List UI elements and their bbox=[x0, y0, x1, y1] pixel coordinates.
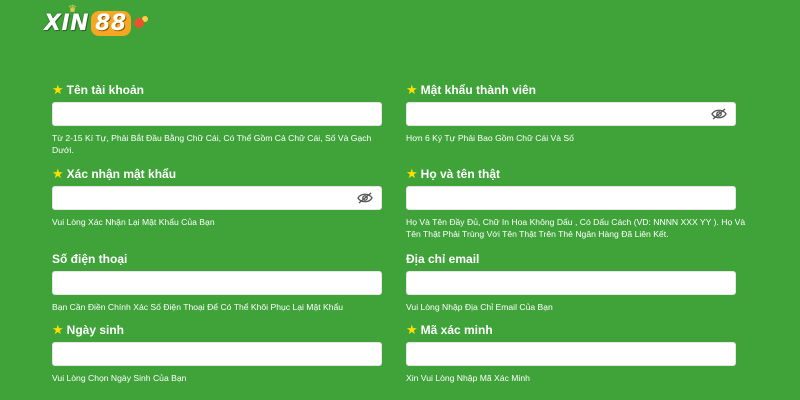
email-input-box[interactable] bbox=[406, 271, 736, 295]
eye-slash-icon[interactable] bbox=[711, 108, 727, 120]
captcha-label: ★ Mã xác minh bbox=[406, 322, 736, 338]
confirm-password-input[interactable] bbox=[53, 187, 359, 209]
birthday-label-text: Ngày sinh bbox=[66, 323, 125, 337]
email-hint: Vui Lòng Nhập Địa Chỉ Email Của Bạn bbox=[406, 302, 553, 312]
full-name-field-group: ★ Họ và tên thật Họ Và Tên Đầy Đủ, Chữ I… bbox=[406, 166, 746, 240]
password-field-group: ★ Mật khẩu thành viên Hơn 6 Ký Tự Phải B… bbox=[406, 82, 736, 144]
username-hint: Từ 2-15 Kí Tự, Phải Bắt Đầu Bằng Chữ Cái… bbox=[52, 133, 372, 155]
captcha-input[interactable] bbox=[407, 343, 713, 365]
password-input-box[interactable] bbox=[406, 102, 736, 126]
username-input[interactable] bbox=[53, 103, 359, 125]
star-icon: ★ bbox=[406, 322, 418, 338]
email-label-text: Địa chỉ email bbox=[406, 252, 480, 266]
phone-field-group: Số điện thoại Bạn Cần Điền Chính Xác Số … bbox=[52, 251, 382, 313]
password-hint: Hơn 6 Ký Tự Phải Bao Gồm Chữ Cái Và Số bbox=[406, 133, 574, 143]
email-input[interactable] bbox=[407, 272, 713, 294]
star-icon: ★ bbox=[406, 166, 418, 182]
confirm-password-label-text: Xác nhận mật khẩu bbox=[66, 167, 177, 181]
username-input-box[interactable] bbox=[52, 102, 382, 126]
captcha-label-text: Mã xác minh bbox=[420, 323, 493, 337]
crown-icon: ♛ bbox=[68, 4, 78, 15]
logo-number: 88 bbox=[91, 10, 131, 36]
phone-label-text: Số điện thoại bbox=[52, 252, 128, 266]
email-field-group: Địa chỉ email Vui Lòng Nhập Địa Chỉ Emai… bbox=[406, 251, 736, 313]
password-input[interactable] bbox=[407, 103, 713, 125]
username-field-group: ★ Tên tài khoản Từ 2-15 Kí Tự, Phải Bắt … bbox=[52, 82, 382, 156]
star-icon: ★ bbox=[52, 166, 64, 182]
password-label-text: Mật khẩu thành viên bbox=[420, 83, 537, 97]
birthday-input-box[interactable] bbox=[52, 342, 382, 366]
captcha-input-box[interactable] bbox=[406, 342, 736, 366]
full-name-label-text: Họ và tên thật bbox=[420, 167, 500, 181]
confirm-password-field-group: ★ Xác nhận mật khẩu Vui Lòng Xác Nhận Lạ… bbox=[52, 166, 382, 228]
eye-slash-icon[interactable] bbox=[357, 192, 373, 204]
brand-logo[interactable]: ♛ XIN 88 bbox=[44, 4, 144, 40]
username-label: ★ Tên tài khoản bbox=[52, 82, 382, 98]
birthday-field-group: ★ Ngày sinh Vui Lòng Chọn Ngày Sinh Của … bbox=[52, 322, 382, 384]
star-icon: ★ bbox=[406, 82, 418, 98]
birthday-input[interactable] bbox=[53, 343, 359, 365]
captcha-field-group: ★ Mã xác minh Xin Vui Lòng Nhập Mã Xác M… bbox=[406, 322, 736, 384]
username-label-text: Tên tài khoản bbox=[66, 83, 144, 97]
phone-input-box[interactable] bbox=[52, 271, 382, 295]
full-name-input[interactable] bbox=[407, 187, 713, 209]
birthday-label: ★ Ngày sinh bbox=[52, 322, 382, 338]
full-name-label: ★ Họ và tên thật bbox=[406, 166, 746, 182]
phone-hint: Bạn Cần Điền Chính Xác Số Điện Thoại Để … bbox=[52, 302, 344, 312]
captcha-hint: Xin Vui Lòng Nhập Mã Xác Minh bbox=[406, 373, 530, 383]
star-icon: ★ bbox=[52, 322, 64, 338]
birthday-hint: Vui Lòng Chọn Ngày Sinh Của Bạn bbox=[52, 373, 187, 383]
phone-label: Số điện thoại bbox=[52, 251, 382, 267]
full-name-hint: Họ Và Tên Đầy Đủ, Chữ In Hoa Không Dấu ,… bbox=[406, 217, 746, 239]
full-name-input-box[interactable] bbox=[406, 186, 736, 210]
mushroom-icon bbox=[133, 18, 144, 28]
confirm-password-hint: Vui Lòng Xác Nhận Lại Mật Khẩu Của Bạn bbox=[52, 217, 215, 227]
confirm-password-input-box[interactable] bbox=[52, 186, 382, 210]
logo-text: XIN bbox=[44, 10, 90, 36]
star-icon: ★ bbox=[52, 82, 64, 98]
email-label: Địa chỉ email bbox=[406, 251, 736, 267]
password-label: ★ Mật khẩu thành viên bbox=[406, 82, 736, 98]
confirm-password-label: ★ Xác nhận mật khẩu bbox=[52, 166, 382, 182]
phone-input[interactable] bbox=[53, 272, 359, 294]
